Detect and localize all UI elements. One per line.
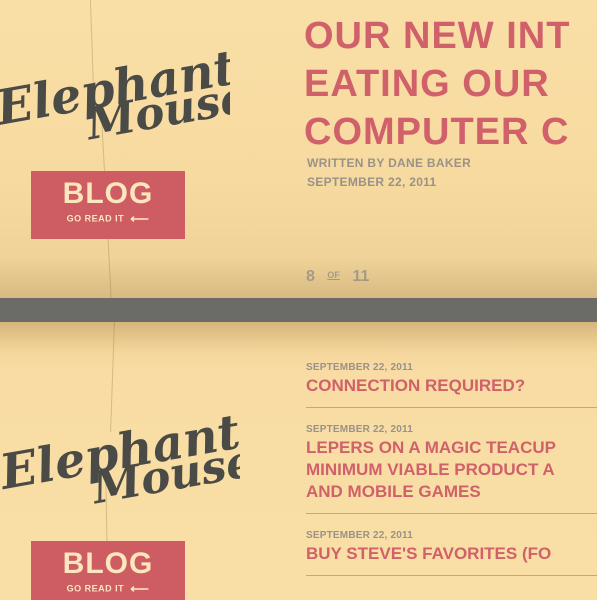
arrow-left-icon: ⟵ (130, 581, 150, 596)
post-title[interactable]: BUY STEVE'S FAVORITES (FO (306, 543, 597, 565)
site-logo[interactable]: Elephant Mouse (0, 25, 230, 155)
article-panel: Elephant Mouse BLOG GO READ IT ⟵ OUR NEW … (0, 0, 597, 298)
blog-button[interactable]: BLOG GO READ IT ⟵ (31, 171, 185, 239)
post-date: SEPTEMBER 22, 2011 (306, 530, 413, 541)
site-logo[interactable]: Elephant Mouse (0, 390, 240, 520)
page-total: 11 (352, 268, 370, 285)
article-title-line: EATING OUR (304, 63, 550, 105)
post-date: SEPTEMBER 22, 2011 (306, 424, 413, 435)
article-title-line: COMPUTER C (304, 111, 570, 153)
blog-button[interactable]: BLOG GO READ IT ⟵ (31, 541, 185, 600)
post-title[interactable]: LEPERS ON A MAGIC TEACUP (306, 437, 597, 459)
list-item[interactable]: SEPTEMBER 22, 2011 BUY STEVE'S FAVORITES… (306, 530, 597, 576)
list-item[interactable]: SEPTEMBER 22, 2011 LEPERS ON A MAGIC TEA… (306, 424, 597, 514)
post-list: SEPTEMBER 22, 2011 CONNECTION REQUIRED? … (306, 362, 597, 592)
blog-button-sublabel: GO READ IT ⟵ (66, 581, 150, 596)
article-title-line: OUR NEW INT (304, 15, 571, 57)
article-date: SEPTEMBER 22, 2011 (307, 175, 437, 189)
blog-button-sublabel: GO READ IT ⟵ (66, 211, 150, 226)
article-title[interactable]: OUR NEW INT EATING OUR COMPUTER C (304, 12, 597, 156)
post-title[interactable]: MINIMUM VIABLE PRODUCT A (306, 459, 597, 481)
post-title[interactable]: CONNECTION REQUIRED? (306, 375, 597, 397)
article-author: WRITTEN BY DANE BAKER (307, 156, 472, 170)
post-title[interactable]: AND MOBILE GAMES (306, 481, 597, 503)
pagination: 8 OF 11 (306, 268, 369, 286)
blog-button-label: BLOG (62, 177, 154, 210)
blog-button-label: BLOG (62, 547, 154, 580)
page-current: 8 (306, 268, 315, 285)
article-byline: WRITTEN BY DANE BAKER SEPTEMBER 22, 2011 (307, 154, 471, 192)
page-of: OF (327, 270, 340, 280)
post-date: SEPTEMBER 22, 2011 (306, 362, 413, 373)
arrow-left-icon: ⟵ (130, 211, 150, 226)
list-item[interactable]: SEPTEMBER 22, 2011 CONNECTION REQUIRED? (306, 362, 597, 408)
